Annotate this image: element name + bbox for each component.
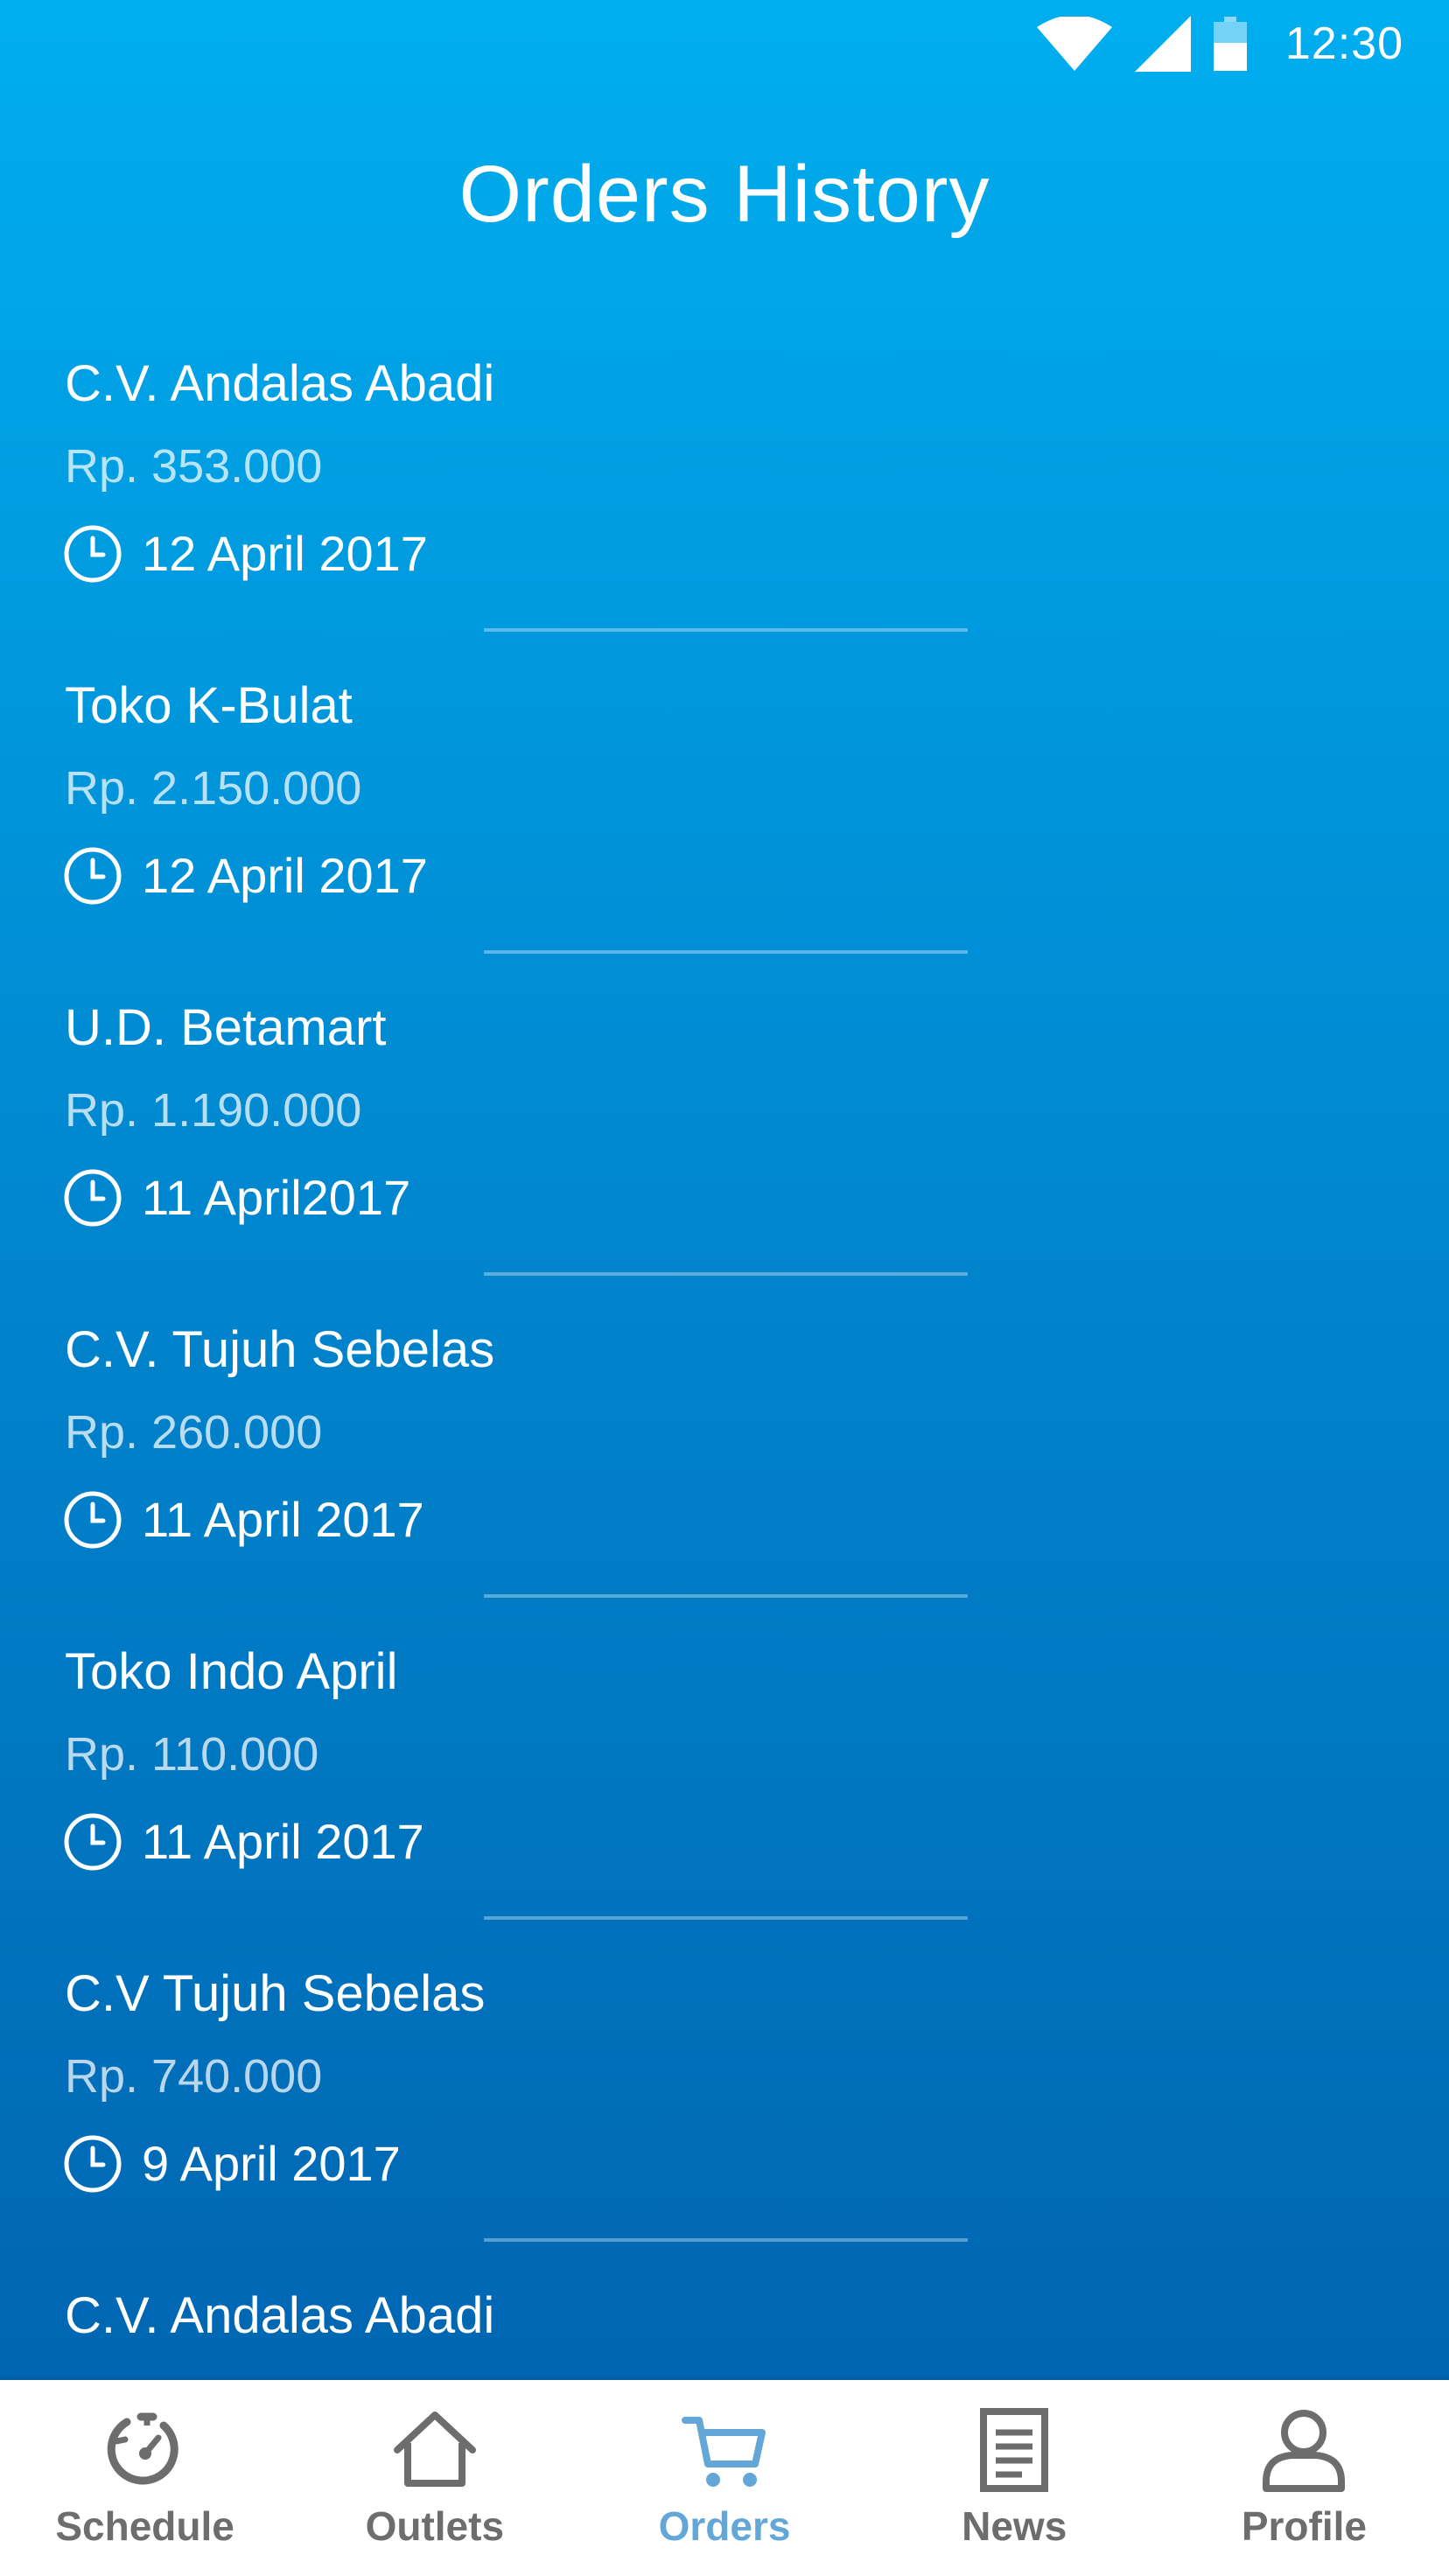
order-name: C.V. Tujuh Sebelas — [65, 1321, 495, 1378]
order-date: 11 April 2017 — [142, 1814, 424, 1869]
order-amount: Rp. 2.150.000 — [65, 762, 362, 815]
status-time: 12:30 — [1284, 18, 1404, 69]
nav-label: News — [962, 2503, 1068, 2549]
clock-icon — [64, 847, 122, 905]
document-icon — [980, 2408, 1049, 2492]
page-title: Orders History — [458, 150, 990, 239]
order-item[interactable]: Toko Indo April Rp. 110.000 11 April 201… — [0, 1612, 1449, 1934]
order-name: Toko K-Bulat — [65, 677, 353, 734]
order-name: C.V. Andalas Abadi — [65, 355, 495, 412]
order-item[interactable]: C.V. Tujuh Sebelas Rp. 260.000 11 April … — [0, 1290, 1449, 1612]
nav-item-outlets[interactable]: Outlets — [290, 2380, 579, 2576]
order-amount: Rp. 1.190.000 — [65, 1084, 362, 1137]
clock-icon — [64, 525, 122, 583]
clock-icon — [64, 2135, 122, 2193]
order-date-row: 11 April2017 — [63, 1167, 410, 1228]
order-date: 11 April2017 — [142, 1170, 411, 1225]
order-date-row: 12 April 2017 — [63, 523, 428, 584]
user-icon — [1263, 2410, 1346, 2492]
order-name: C.V. Andalas Abadi — [65, 2287, 495, 2344]
nav-label: Schedule — [55, 2503, 234, 2549]
order-divider — [484, 1272, 968, 1276]
order-date-row: 11 April 2017 — [63, 1489, 424, 1550]
clock-icon — [64, 1169, 122, 1227]
clock-icon — [64, 1491, 122, 1549]
status-bar: 12:30 — [0, 0, 1449, 84]
order-amount: Rp. 353.000 — [65, 440, 323, 493]
order-divider — [484, 1916, 968, 1920]
order-date-row: 12 April 2017 — [63, 845, 428, 906]
order-divider — [484, 628, 968, 632]
order-amount: Rp. 110.000 — [65, 1728, 319, 1781]
nav-label: Orders — [658, 2503, 791, 2549]
orders-history-screen: 12:30 Orders History C.V. Andalas Abadi … — [0, 0, 1449, 2576]
order-amount: Rp. 740.000 — [65, 2050, 323, 2103]
order-item[interactable]: C.V. Andalas Abadi Rp. 353.000 12 April … — [0, 324, 1449, 646]
orders-list: C.V. Andalas Abadi Rp. 353.000 12 April … — [0, 324, 1449, 2576]
cart-icon — [682, 2417, 766, 2487]
order-name: Toko Indo April — [65, 1643, 398, 1700]
order-divider — [484, 2238, 968, 2242]
order-date: 9 April 2017 — [142, 2136, 401, 2191]
wifi-icon — [1036, 17, 1112, 71]
order-item[interactable]: Toko K-Bulat Rp. 2.150.000 12 April 2017 — [0, 646, 1449, 968]
nav-item-news[interactable]: News — [870, 2380, 1159, 2576]
nav-item-profile[interactable]: Profile — [1159, 2380, 1449, 2576]
home-icon — [393, 2412, 476, 2487]
clock-icon — [64, 1813, 122, 1871]
stopwatch-icon — [107, 2412, 178, 2485]
order-name: U.D. Betamart — [65, 999, 387, 1056]
order-date-row: 9 April 2017 — [63, 2133, 401, 2194]
order-item[interactable]: C.V Tujuh Sebelas Rp. 740.000 9 April 20… — [0, 1934, 1449, 2256]
order-date: 12 April 2017 — [142, 848, 428, 903]
order-date: 12 April 2017 — [142, 526, 428, 581]
order-item[interactable]: U.D. Betamart Rp. 1.190.000 11 April2017 — [0, 968, 1449, 1290]
nav-label: Outlets — [365, 2503, 505, 2549]
order-date-row: 11 April 2017 — [63, 1811, 424, 1872]
order-divider — [484, 950, 968, 954]
nav-item-schedule[interactable]: Schedule — [0, 2380, 290, 2576]
order-date: 11 April 2017 — [142, 1492, 424, 1547]
order-name: C.V Tujuh Sebelas — [65, 1965, 486, 2022]
battery-icon — [1213, 17, 1247, 71]
order-divider — [484, 1594, 968, 1598]
nav-item-orders[interactable]: Orders — [579, 2380, 869, 2576]
signal-icon — [1134, 16, 1191, 72]
order-amount: Rp. 260.000 — [65, 1406, 323, 1459]
status-icons: 12:30 — [1036, 16, 1404, 72]
nav-label: Profile — [1241, 2503, 1367, 2549]
bottom-nav: Schedule Outlets Orders News Profile — [0, 2380, 1449, 2576]
